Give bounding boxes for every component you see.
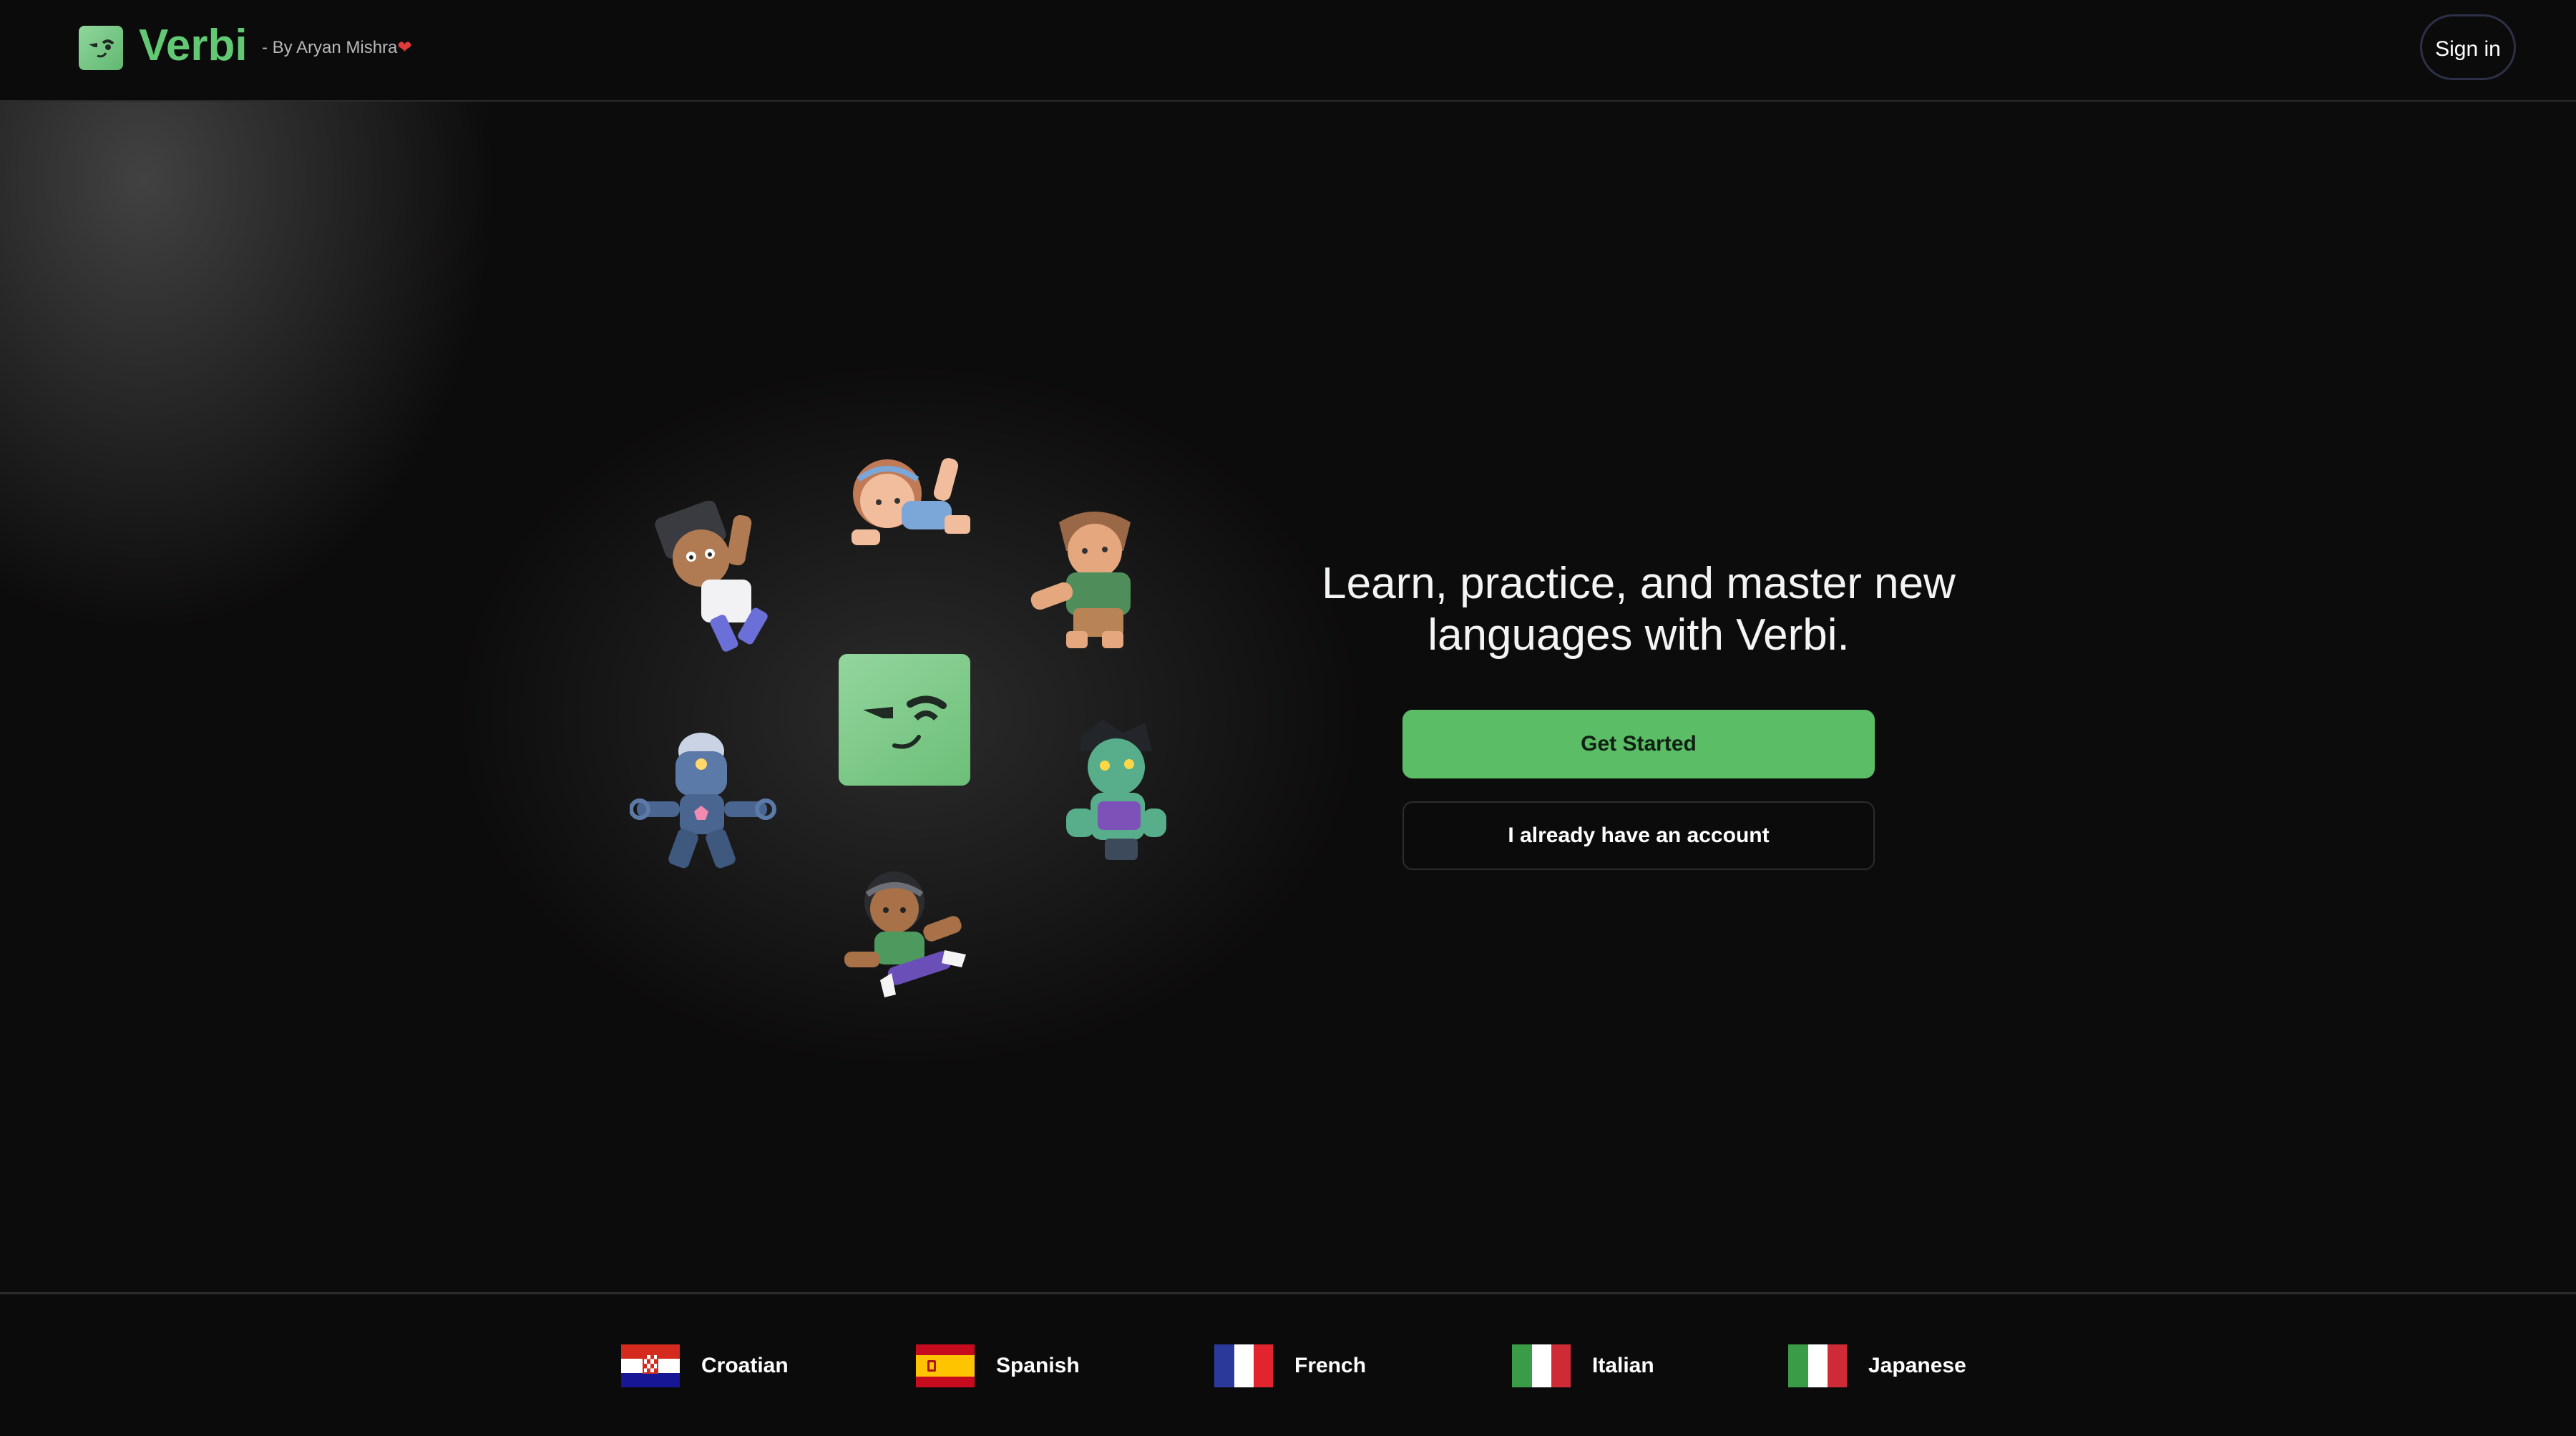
heart-icon: ❤ bbox=[397, 38, 412, 57]
character-zombie-icon bbox=[1066, 720, 1166, 860]
language-label: Croatian bbox=[701, 1354, 789, 1377]
character-girl-headband-icon bbox=[852, 458, 970, 545]
author-byline: - By Aryan Mishra❤ bbox=[262, 37, 412, 59]
sign-in-button[interactable]: Sign in bbox=[2420, 14, 2516, 80]
hero-headline-line-1: Learn, practice, and master new bbox=[1322, 559, 1956, 608]
hero-headline: Learn, practice, and master new language… bbox=[1302, 558, 1975, 661]
language-item-japanese[interactable]: Japanese bbox=[1788, 1344, 1989, 1387]
character-girl-running-icon bbox=[844, 871, 966, 997]
hero-headline-line-2: languages with Verbi. bbox=[1428, 610, 1850, 660]
language-label: French bbox=[1294, 1354, 1367, 1377]
top-navbar: Verbi - By Aryan Mishra❤ Sign in bbox=[0, 0, 2576, 102]
language-item-french[interactable]: French bbox=[1214, 1344, 1400, 1387]
existing-account-button[interactable]: I already have an account bbox=[1402, 801, 1875, 870]
character-boy-hair-icon bbox=[655, 501, 768, 652]
spain-flag-icon bbox=[916, 1344, 975, 1387]
verbi-logo-icon[interactable] bbox=[79, 26, 123, 70]
croatia-flag-icon bbox=[621, 1344, 680, 1387]
verbi-mascot-icon bbox=[839, 654, 970, 786]
italy-flag-icon bbox=[1788, 1344, 1847, 1387]
language-item-spanish[interactable]: Spanish bbox=[916, 1344, 1102, 1387]
brand-name[interactable]: Verbi bbox=[139, 20, 248, 72]
byline-text: - By Aryan Mishra bbox=[262, 38, 398, 57]
language-label: Spanish bbox=[996, 1354, 1080, 1377]
language-label: Japanese bbox=[1868, 1354, 1966, 1377]
language-label: Italian bbox=[1592, 1354, 1654, 1377]
background-spotlight bbox=[0, 0, 2576, 1292]
italy-flag-icon bbox=[1512, 1344, 1571, 1387]
character-boy-green-shirt-icon bbox=[1030, 512, 1131, 648]
language-item-italian[interactable]: Italian bbox=[1512, 1344, 1698, 1387]
character-robot-icon bbox=[630, 733, 776, 869]
language-bar: Croatian Spanish French Italian Japanese bbox=[0, 1292, 2576, 1436]
get-started-button[interactable]: Get Started bbox=[1402, 710, 1875, 778]
language-item-croatian[interactable]: Croatian bbox=[621, 1344, 807, 1387]
france-flag-icon bbox=[1214, 1344, 1273, 1387]
